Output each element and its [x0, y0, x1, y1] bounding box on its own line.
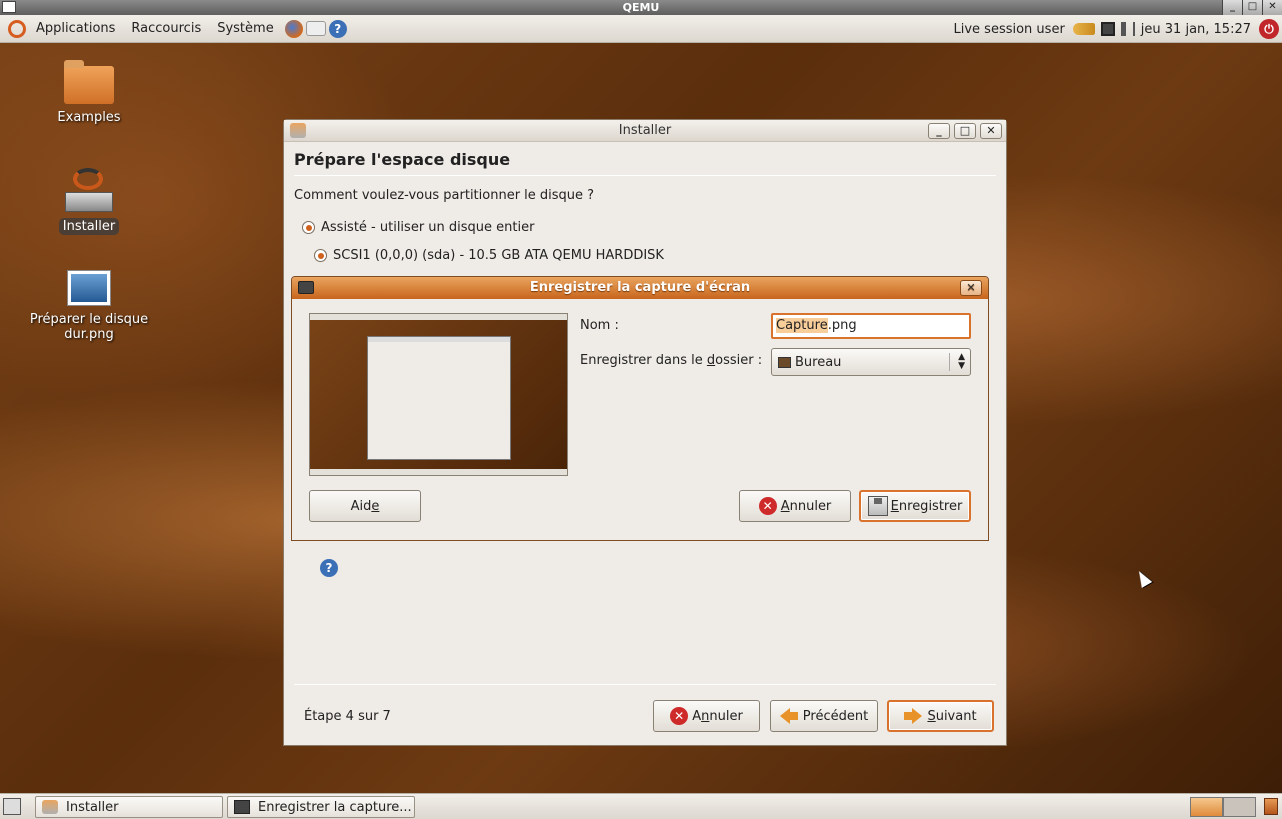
desktop-icon-installer[interactable]: Installer: [19, 168, 159, 235]
task-save-screenshot[interactable]: Enregistrer la capture...: [227, 796, 415, 818]
desktop-icon-examples[interactable]: Examples: [19, 60, 159, 125]
installer-icon: [63, 168, 115, 212]
qemu-close-button[interactable]: ✕: [1262, 0, 1282, 15]
installer-cancel-button[interactable]: ✕ Annuler: [653, 700, 760, 732]
top-panel: Applications Raccourcis Système ? Live s…: [0, 15, 1282, 43]
qemu-maximize-button[interactable]: □: [1242, 0, 1262, 15]
qemu-window-controls: _ □ ✕: [1222, 0, 1282, 15]
radio-indicator[interactable]: [302, 221, 315, 234]
help-icon: ?: [320, 559, 338, 577]
divider: [294, 684, 996, 685]
folder-value: Bureau: [795, 354, 842, 370]
desktop-icon-label: Installer: [58, 218, 120, 235]
back-arrow-icon: [779, 708, 790, 724]
camera-icon: [234, 800, 250, 814]
next-label: Suivant: [927, 708, 977, 724]
help-button[interactable]: ? Aide: [309, 490, 421, 577]
screenshot-preview: [309, 313, 568, 476]
qemu-minimize-button[interactable]: _: [1222, 0, 1242, 15]
bottom-panel: Installer Enregistrer la capture...: [0, 793, 1282, 819]
maximize-button[interactable]: □: [954, 123, 976, 139]
help-label: Aide: [350, 498, 380, 514]
cancel-icon: ✕: [670, 707, 689, 725]
ubuntu-logo-icon[interactable]: [8, 19, 26, 38]
desktop-folder-icon: [778, 356, 791, 368]
session-user-label[interactable]: Live session user: [954, 22, 1065, 37]
previous-button[interactable]: Précédent: [770, 700, 878, 732]
network-icon[interactable]: [1100, 22, 1115, 36]
next-button[interactable]: Suivant: [887, 700, 994, 732]
close-button[interactable]: ✕: [980, 123, 1002, 139]
mail-icon[interactable]: [305, 21, 326, 36]
filename-input[interactable]: Capture.png: [771, 313, 971, 339]
qemu-title: QEMU: [622, 1, 660, 14]
dialog-cancel-label: Annuler: [780, 498, 832, 514]
forward-arrow-icon: [912, 708, 923, 724]
desktop-icon-png[interactable]: Préparer le disque dur.png: [19, 270, 159, 342]
save-button[interactable]: Enregistrer: [859, 490, 971, 522]
partition-question: Comment voulez-vous partitionner le disq…: [294, 188, 595, 203]
save-screenshot-dialog: Enregistrer la capture d'écran ✕ Nom : C…: [291, 276, 989, 577]
help-icon[interactable]: ?: [328, 19, 347, 38]
radio-assisted-label: Assisté - utiliser un disque entier: [321, 220, 535, 235]
task-label: Installer: [66, 799, 119, 815]
keyring-icon[interactable]: [1072, 23, 1095, 35]
task-label: Enregistrer la capture...: [258, 799, 412, 815]
combo-arrows-icon: ▲ ▼: [958, 352, 965, 371]
radio-assisted[interactable]: Assisté - utiliser un disque entier: [302, 220, 534, 235]
floppy-icon: [867, 496, 888, 516]
installer-window-icon: [290, 123, 306, 138]
desktop-icon-label: Examples: [57, 110, 121, 125]
installer-titlebar[interactable]: Installer _ □ ✕: [284, 120, 1006, 142]
folder-select[interactable]: Bureau ▲ ▼: [771, 348, 971, 376]
menu-shortcuts[interactable]: Raccourcis: [123, 15, 209, 42]
power-icon[interactable]: ⏻: [1259, 19, 1279, 39]
save-label: Enregistrer: [890, 498, 963, 514]
image-file-icon: [67, 270, 111, 306]
workspace-1[interactable]: [1190, 797, 1223, 817]
trash-icon[interactable]: [1264, 798, 1278, 815]
divider: [294, 175, 996, 176]
installer-title: Installer: [618, 123, 672, 138]
mouse-cursor-icon: [1133, 568, 1153, 588]
camera-icon: [298, 281, 314, 294]
desktop-icon-label: Préparer le disque dur.png: [29, 312, 149, 342]
panel-tray: Live session user jeu 31 jan, 15:27 ⏻: [954, 15, 1282, 43]
dialog-close-button[interactable]: ✕: [960, 280, 982, 296]
installer-cancel-label: Annuler: [692, 708, 743, 724]
cancel-icon: ✕: [758, 497, 777, 515]
volume-icon[interactable]: [1120, 22, 1135, 36]
installer-icon: [42, 800, 58, 814]
radio-disk-sda[interactable]: SCSI1 (0,0,0) (sda) - 10.5 GB ATA QEMU H…: [314, 248, 664, 263]
folder-label: Enregistrer dans le dossier :: [580, 353, 763, 368]
clock[interactable]: jeu 31 jan, 15:27: [1141, 22, 1251, 37]
dialog-cancel-button[interactable]: ✕ Annuler: [739, 490, 851, 522]
page-title: Prépare l'espace disque: [294, 150, 511, 169]
menu-applications[interactable]: Applications: [28, 15, 123, 42]
firefox-icon[interactable]: [284, 19, 303, 38]
task-installer[interactable]: Installer: [35, 796, 223, 818]
folder-icon: [64, 60, 114, 104]
step-indicator: Étape 4 sur 7: [304, 709, 391, 724]
workspace-2[interactable]: [1223, 797, 1256, 817]
name-label: Nom :: [580, 318, 619, 333]
menu-system[interactable]: Système: [209, 15, 281, 42]
qemu-app-icon: [2, 1, 16, 13]
radio-indicator[interactable]: [314, 249, 327, 262]
radio-disk-label: SCSI1 (0,0,0) (sda) - 10.5 GB ATA QEMU H…: [333, 248, 664, 263]
dialog-title: Enregistrer la capture d'écran: [529, 280, 751, 295]
previous-label: Précédent: [802, 708, 869, 724]
minimize-button[interactable]: _: [928, 123, 950, 139]
qemu-title-bar: QEMU _ □ ✕: [0, 0, 1282, 15]
dialog-titlebar[interactable]: Enregistrer la capture d'écran ✕: [292, 277, 988, 299]
show-desktop-icon[interactable]: [3, 798, 21, 815]
